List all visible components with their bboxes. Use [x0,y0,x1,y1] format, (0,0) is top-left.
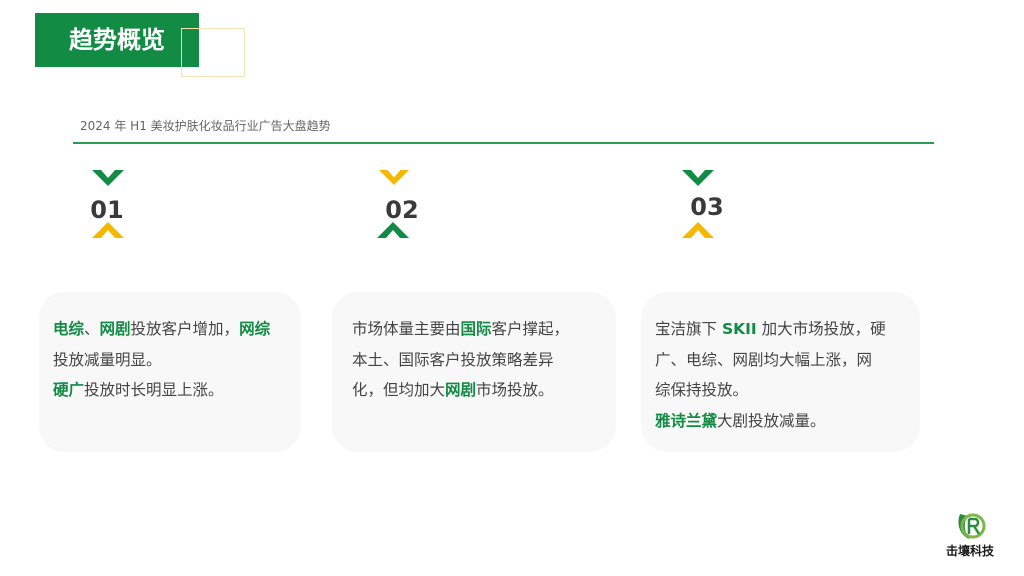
divider-line [73,142,934,144]
step-number: 01 [90,196,124,224]
step-number: 02 [385,196,419,224]
highlight-text: SKII [721,320,757,338]
highlight-text: 电综 [53,320,85,338]
step-number: 03 [690,193,724,221]
trend-card-2: 市场体量主要由国际客户撑起， 本土、国际客户投放策略差异 化，但均加大网剧市场投放。 [332,292,616,452]
chevron-down-icon [92,170,124,186]
card-line: 宝洁旗下 SKII 加大市场投放，硬 [655,314,906,345]
chevron-down-icon [682,170,714,186]
chevron-up-icon [92,222,124,238]
body-text: 本土、国际客户投放策略差异 [352,350,554,369]
highlight-text: 雅诗兰黛 [655,411,718,430]
body-text: 广、电综、网剧均大幅上涨，网 [655,350,873,369]
highlight-text: 网剧 [99,320,131,338]
card-line: 市场体量主要由国际客户撑起， [352,314,602,345]
highlight-text: 网剧 [445,381,477,399]
body-text: 宝洁旗下 [655,320,722,338]
card-line: 投放减量明显。 [53,345,287,376]
body-text: 化，但均加大 [352,381,446,399]
highlight-text: 国际 [460,320,492,338]
highlight-text: 硬广 [53,381,85,399]
step-marker-3: 03 [677,168,737,248]
highlight-text: 网综 [239,320,271,338]
section-subtitle: 2024 年 H1 美妆护肤化妆品行业广告大盘趋势 [80,119,331,133]
body-text: 加大市场投放，硬 [756,320,886,338]
chevron-up-icon [377,222,409,238]
card-line: 电综、网剧投放客户增加，网综 [53,314,287,345]
chevron-up-icon [682,222,714,238]
page-title: 趋势概览 [35,13,199,67]
body-text: 投放时长明显上涨。 [84,381,224,399]
card-line: 雅诗兰黛大剧投放减量。 [655,406,906,437]
chevron-down-icon [379,170,409,185]
card-line: 硬广投放时长明显上涨。 [53,375,287,406]
company-logo: 击壤科技 [938,510,1002,564]
body-text: 投放客户增加， [130,320,240,338]
trend-card-1: 电综、网剧投放客户增加，网综 投放减量明显。 硬广投放时长明显上涨。 [39,292,301,452]
body-text: 综保持投放。 [655,381,749,399]
title-decoration [181,28,245,77]
body-text: 大剧投放减量。 [717,411,826,430]
card-line: 本土、国际客户投放策略差异 [352,345,602,376]
leaf-r-logo-icon [958,513,986,539]
body-text: 投放减量明显。 [53,350,162,369]
body-text: 市场投放。 [476,381,554,399]
card-line: 广、电综、网剧均大幅上涨，网 [655,345,906,376]
step-marker-1: 01 [77,168,137,248]
step-marker-2: 02 [372,168,432,248]
body-text: 客户撑起， [491,320,570,338]
card-line: 化，但均加大网剧市场投放。 [352,375,602,406]
logo-text: 击壤科技 [945,544,994,558]
card-line: 综保持投放。 [655,375,906,406]
body-text: 市场体量主要由 [352,320,461,338]
trend-card-3: 宝洁旗下 SKII 加大市场投放，硬 广、电综、网剧均大幅上涨，网 综保持投放。 雅诗… [641,292,920,452]
body-text: 、 [84,320,100,338]
